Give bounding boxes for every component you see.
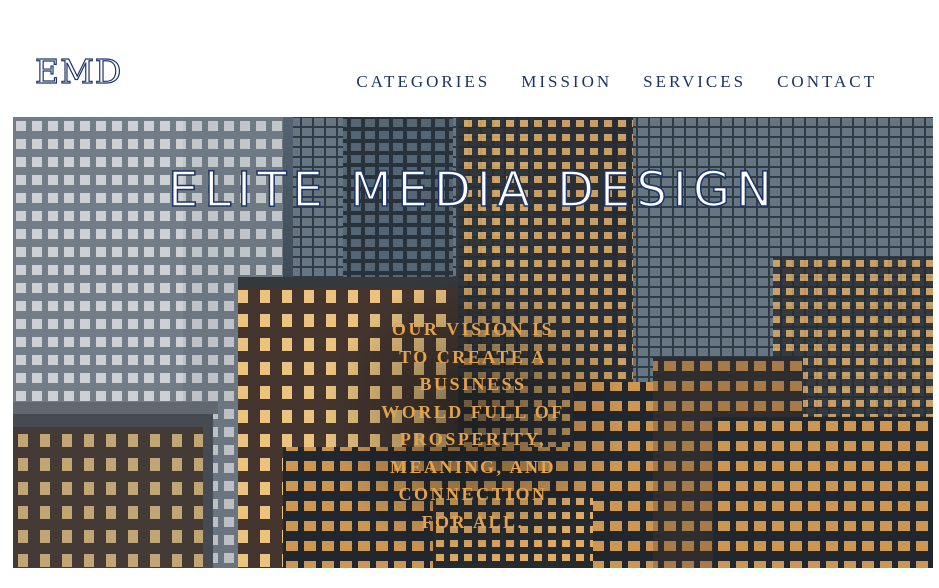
- vision-line: PROSPERITY,: [399, 429, 547, 449]
- nav-categories[interactable]: CATEGORIES: [356, 71, 490, 93]
- vision-line: MEANING, AND: [389, 456, 556, 477]
- site-header: EMD CATEGORIES MISSION SERVICES CONTACT: [0, 0, 939, 117]
- vision-line: FOR ALL.: [421, 511, 525, 532]
- main-nav: CATEGORIES MISSION SERVICES CONTACT: [356, 71, 877, 93]
- logo[interactable]: EMD: [34, 51, 122, 92]
- vision-line: TO CREATE A: [399, 346, 547, 367]
- vision-line: OUR VISION IS: [391, 319, 555, 339]
- nav-contact[interactable]: CONTACT: [777, 71, 877, 93]
- hero-banner: ELITE MEDIA DESIGN OUR VISION IS TO CREA…: [13, 117, 933, 568]
- vision-line: WORLD FULL OF: [381, 401, 565, 422]
- vision-line: CONNECTION: [398, 484, 548, 504]
- nav-services[interactable]: SERVICES: [643, 71, 746, 93]
- vision-statement: OUR VISION IS TO CREATE A BUSINESS WORLD…: [373, 316, 573, 536]
- vision-line: BUSINESS: [419, 374, 527, 394]
- hero-title: ELITE MEDIA DESIGN: [167, 161, 779, 219]
- nav-mission[interactable]: MISSION: [521, 71, 612, 93]
